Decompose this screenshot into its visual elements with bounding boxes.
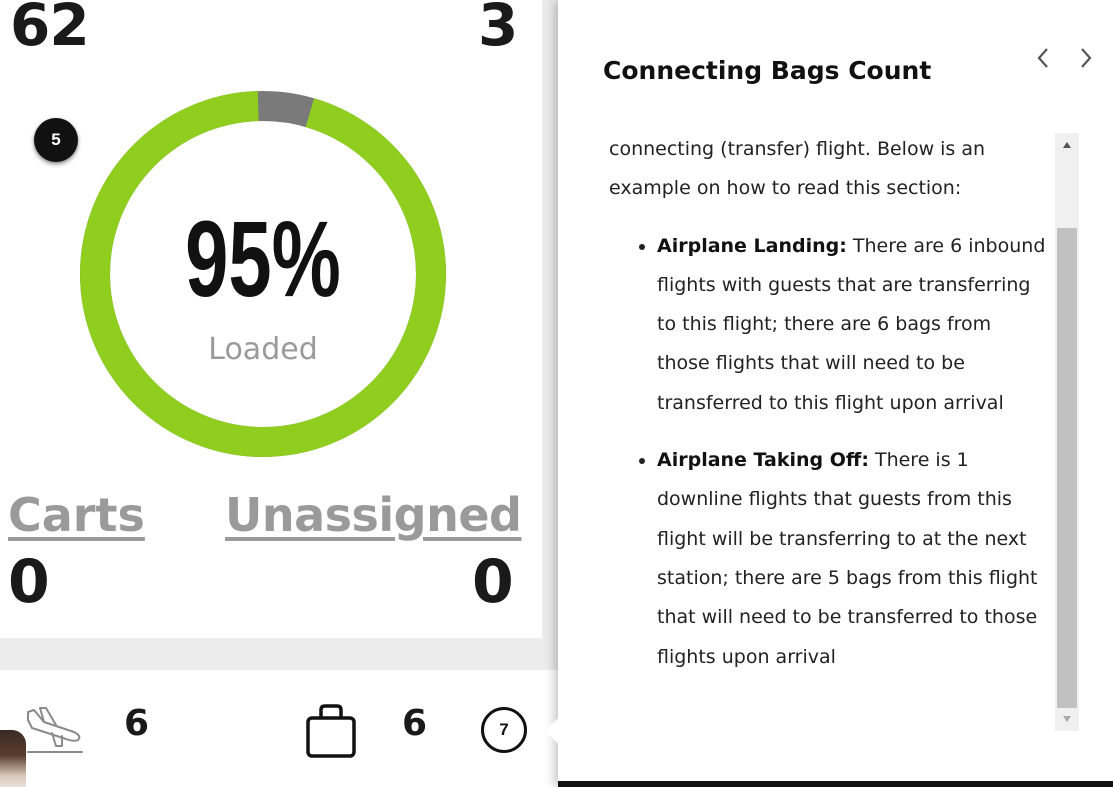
chevron-right-icon: [1081, 48, 1092, 68]
triangle-up-icon: [1063, 142, 1071, 148]
scroll-down-button[interactable]: [1055, 707, 1079, 731]
bag-icon: [306, 704, 356, 758]
unassigned-link[interactable]: Unassigned: [225, 492, 522, 538]
chevron-left-icon: [1037, 48, 1048, 68]
top-left-count: 62: [10, 0, 90, 59]
step-5-badge[interactable]: 5: [34, 118, 78, 162]
plane-landing-icon: [27, 707, 83, 753]
unassigned-count: 0: [472, 547, 514, 617]
scroll-up-button[interactable]: [1055, 133, 1079, 157]
triangle-down-icon: [1063, 716, 1071, 722]
help-scrollbar[interactable]: [1055, 133, 1079, 731]
top-right-count: 3: [478, 0, 518, 59]
list-item: Airplane Landing: There are 6 inbound fl…: [657, 227, 1049, 423]
list-item-heading: Airplane Taking Off:: [657, 449, 869, 472]
carts-link[interactable]: Carts: [8, 492, 145, 538]
loaded-percentage: 95%: [185, 198, 341, 319]
inbound-flights-count: 6: [124, 703, 150, 744]
help-panel: Connecting Bags Count connecting (transf…: [558, 0, 1113, 787]
user-avatar[interactable]: [0, 730, 26, 787]
carts-count: 0: [8, 547, 50, 617]
help-list: Airplane Landing: There are 6 inbound fl…: [609, 227, 1049, 677]
next-step-button[interactable]: [1074, 44, 1098, 72]
help-content: connecting (transfer) flight. Below is a…: [609, 130, 1049, 690]
help-intro-text: connecting (transfer) flight. Below is a…: [609, 138, 986, 200]
list-item: Airplane Taking Off: There is 1 downline…: [657, 441, 1049, 677]
bags-count: 6: [402, 703, 428, 744]
scrollbar-thumb[interactable]: [1057, 228, 1077, 708]
help-panel-title: Connecting Bags Count: [603, 56, 932, 85]
loaded-label: Loaded: [208, 332, 318, 367]
list-item-text: There is 1 downline flights that guests …: [657, 449, 1038, 668]
previous-step-button[interactable]: [1031, 44, 1055, 72]
loading-summary-card: 62 3 5 95% Loaded Carts Unassigned 0 0: [0, 0, 542, 638]
list-item-text: There are 6 inbound flights with guests …: [657, 234, 1046, 414]
step-7-badge[interactable]: 7: [481, 707, 527, 753]
list-item-heading: Airplane Landing:: [657, 234, 847, 257]
